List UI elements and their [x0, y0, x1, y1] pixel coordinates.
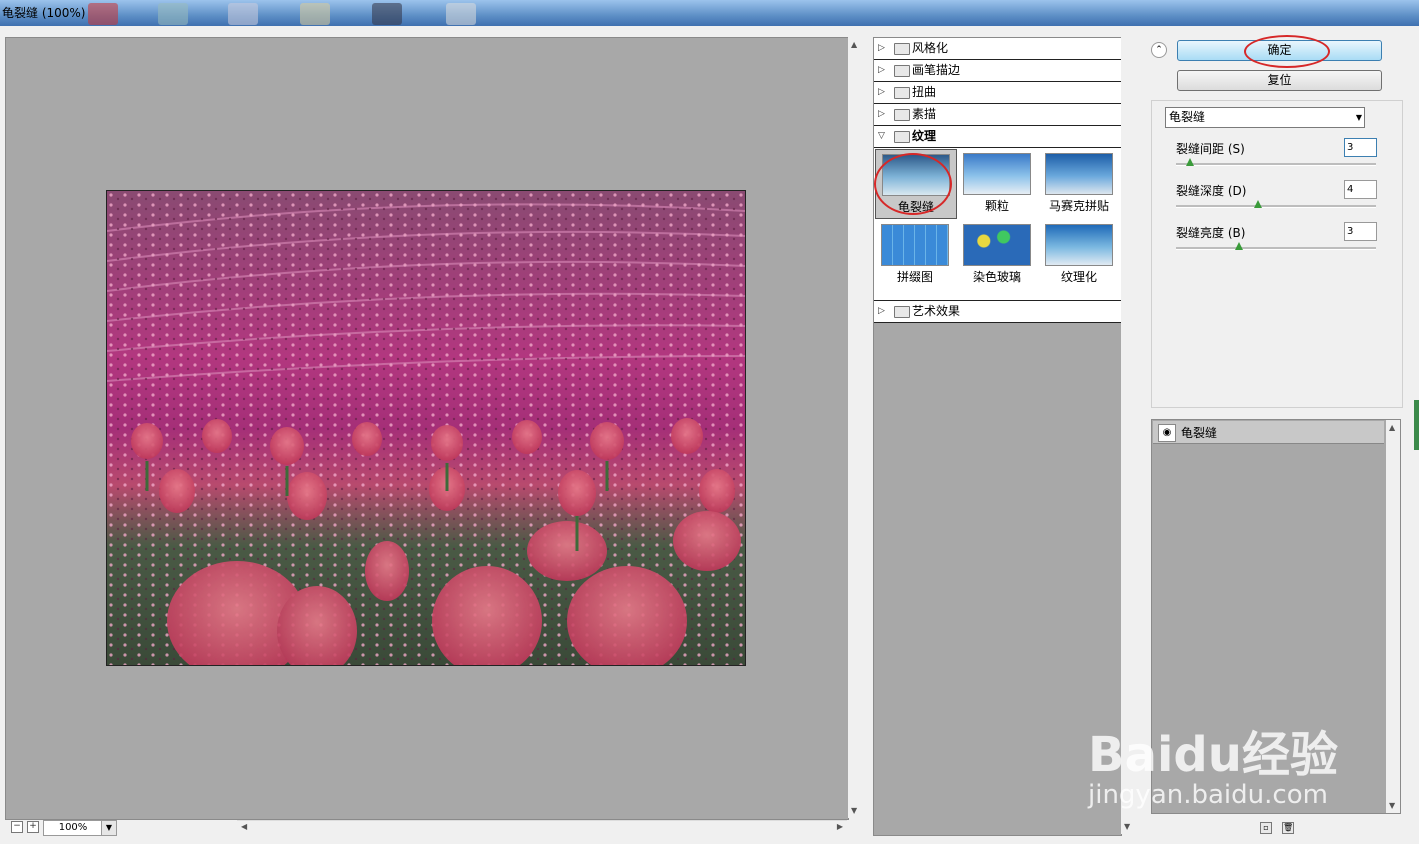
scroll-up-arrow-icon[interactable]: ▲ [851, 40, 857, 49]
crack-depth-input[interactable]: 4 [1344, 180, 1377, 199]
preview-horizontal-scrollbar[interactable]: ◀ ▶ [237, 820, 847, 835]
eye-visibility-icon[interactable]: ◉ [1158, 424, 1176, 442]
crack-spacing-input[interactable]: 3 [1344, 138, 1377, 157]
taskbar-app-icon[interactable] [372, 3, 402, 25]
expand-triangle-icon[interactable]: ▷ [878, 60, 885, 81]
scroll-down-arrow-icon[interactable]: ▼ [851, 806, 857, 815]
preview-vertical-scrollbar[interactable]: ▲ ▼ [848, 37, 862, 818]
new-effect-layer-icon[interactable]: ▫ [1260, 822, 1272, 834]
thumbnail-grain[interactable]: 颗粒 [957, 149, 1037, 217]
category-item-distort[interactable]: ▷ 扭曲 [874, 82, 1121, 104]
thumbnail-texturizer[interactable]: 纹理化 [1039, 220, 1119, 288]
param-crack-brightness: 裂缝亮度 (B) 3 [1176, 222, 1378, 258]
expand-triangle-icon[interactable]: ▷ [878, 82, 885, 103]
ok-button[interactable]: 确定 [1177, 40, 1382, 61]
expand-triangle-icon[interactable]: ▷ [878, 301, 885, 322]
category-item-stylize[interactable]: ▷ 风格化 [874, 38, 1121, 60]
scroll-down-arrow-icon[interactable]: ▼ [1124, 822, 1130, 831]
title-bar: 龟裂缝 (100%) [0, 0, 1419, 26]
thumbnail-stained-glass[interactable]: 染色玻璃 [957, 220, 1037, 288]
window-title: 龟裂缝 (100%) [2, 6, 86, 20]
category-item-brush-strokes[interactable]: ▷ 画笔描边 [874, 60, 1121, 82]
effect-layers-panel: ◉ 龟裂缝 ▲ ▼ [1151, 419, 1401, 814]
slider-knob-icon[interactable] [1185, 158, 1194, 166]
thumbnail-craquelure[interactable]: 龟裂缝 [875, 149, 957, 219]
edge-decoration [1414, 400, 1419, 450]
crack-depth-slider[interactable] [1176, 205, 1376, 208]
filter-category-tree: ▷ 风格化 ▷ 画笔描边 ▷ 扭曲 ▷ 素描 ▽ 纹理 龟裂缝 颗粒 马赛克拼贴… [873, 37, 1122, 836]
category-item-texture[interactable]: ▽ 纹理 [874, 126, 1121, 148]
thumbnail-image [963, 224, 1031, 266]
filter-select[interactable]: 龟裂缝 ▼ [1165, 107, 1365, 128]
zoom-bar: − + 100% ▼ ◀ ▶ [5, 819, 862, 837]
layers-scrollbar[interactable]: ▲ ▼ [1386, 420, 1400, 813]
thumbnail-mosaic-tiles[interactable]: 马赛克拼贴 [1039, 149, 1119, 217]
scroll-up-arrow-icon[interactable]: ▲ [1389, 423, 1395, 432]
thumbnail-image [963, 153, 1031, 195]
thumbnail-image [881, 224, 949, 266]
folder-icon [894, 87, 910, 99]
folder-icon [894, 65, 910, 77]
category-item-artistic[interactable]: ▷ 艺术效果 [874, 301, 1121, 323]
thumbnail-patchwork[interactable]: 拼缀图 [875, 220, 955, 288]
folder-open-icon [894, 131, 910, 143]
effect-layer-row[interactable]: ◉ 龟裂缝 [1153, 421, 1384, 444]
slider-knob-icon[interactable] [1254, 200, 1262, 208]
zoom-out-button[interactable]: − [11, 821, 23, 833]
taskbar-app-icon[interactable] [228, 3, 258, 25]
zoom-dropdown-arrow-icon[interactable]: ▼ [101, 820, 117, 836]
crack-brightness-input[interactable]: 3 [1344, 222, 1377, 241]
tree-scrollbar[interactable]: ▼ [1121, 37, 1135, 834]
slider-knob-icon[interactable] [1235, 242, 1243, 250]
zoom-in-button[interactable]: + [27, 821, 39, 833]
scroll-down-arrow-icon[interactable]: ▼ [1389, 801, 1395, 810]
taskbar-app-icon[interactable] [88, 3, 118, 25]
collapse-gallery-icon[interactable]: ⌃ [1151, 42, 1167, 58]
expand-triangle-icon[interactable]: ▷ [878, 104, 885, 125]
param-crack-depth: 裂缝深度 (D) 4 [1176, 180, 1378, 216]
crack-brightness-slider[interactable] [1176, 247, 1376, 250]
taskbar-app-icon[interactable] [446, 3, 476, 25]
preview-image [106, 190, 746, 666]
folder-icon [894, 306, 910, 318]
expand-triangle-icon[interactable]: ▷ [878, 38, 885, 59]
taskbar-app-icon[interactable] [300, 3, 330, 25]
collapse-triangle-icon[interactable]: ▽ [878, 126, 885, 147]
scroll-left-arrow-icon[interactable]: ◀ [241, 822, 247, 831]
texture-thumbnails: 龟裂缝 颗粒 马赛克拼贴 拼缀图 染色玻璃 纹理化 [874, 148, 1121, 301]
crack-spacing-slider[interactable] [1176, 163, 1376, 166]
delete-effect-layer-icon[interactable]: 🗑 [1282, 822, 1294, 834]
thumbnail-image [1045, 153, 1113, 195]
thumbnail-image [882, 154, 950, 196]
chevron-down-icon: ▼ [1355, 113, 1362, 122]
folder-icon [894, 43, 910, 55]
zoom-level-field[interactable]: 100% [43, 820, 103, 836]
category-item-sketch[interactable]: ▷ 素描 [874, 104, 1121, 126]
reset-button[interactable]: 复位 [1177, 70, 1382, 91]
thumbnail-image [1045, 224, 1113, 266]
folder-icon [894, 109, 910, 121]
taskbar-app-icon[interactable] [158, 3, 188, 25]
scroll-right-arrow-icon[interactable]: ▶ [837, 822, 843, 831]
param-crack-spacing: 裂缝间距 (S) 3 [1176, 138, 1378, 174]
